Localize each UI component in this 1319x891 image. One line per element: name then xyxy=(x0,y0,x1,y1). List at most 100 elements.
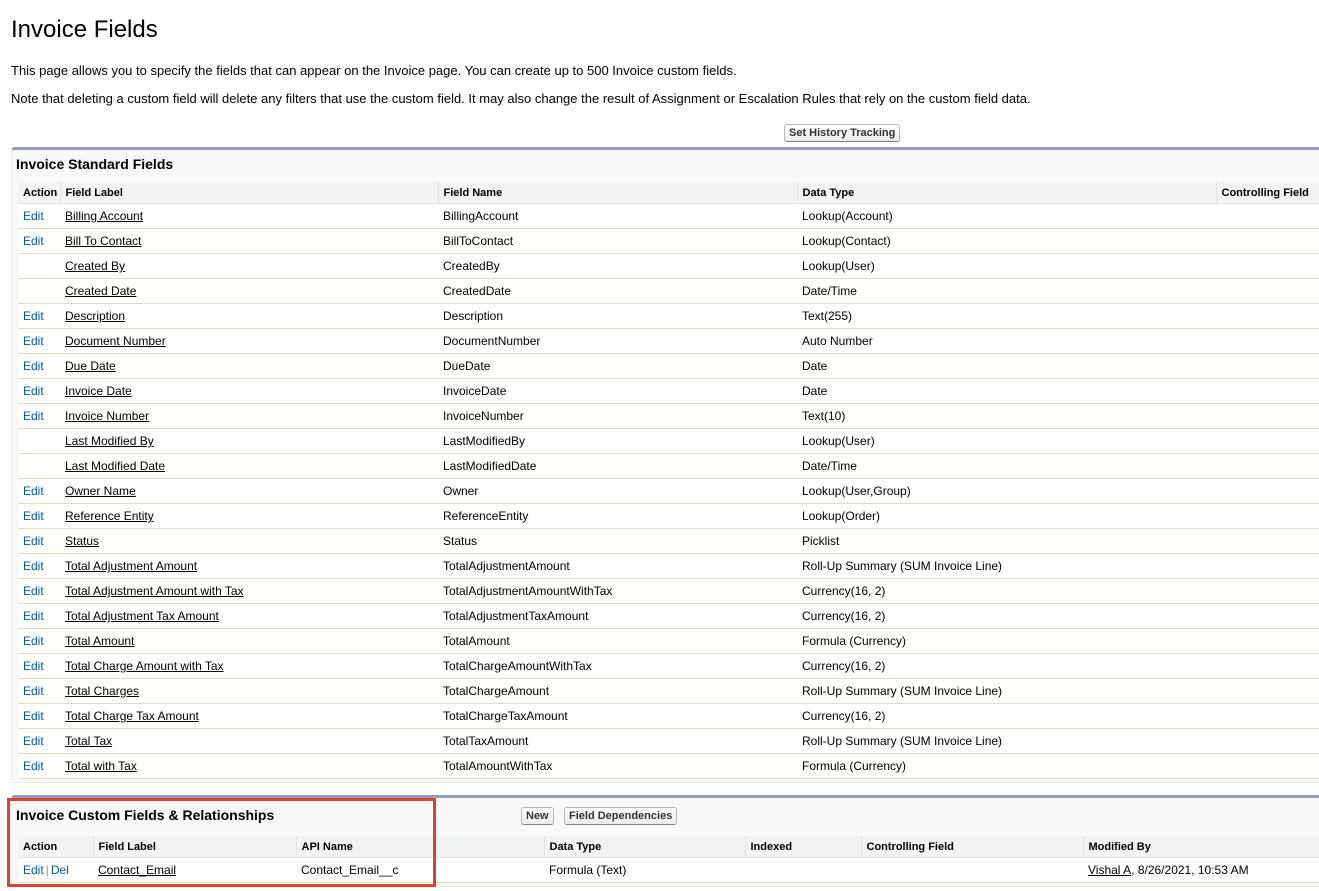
edit-link[interactable]: Edit xyxy=(23,484,44,498)
field-label-link[interactable]: Total Adjustment Amount xyxy=(65,559,197,573)
field-label-cell: Billing Account xyxy=(60,203,438,229)
edit-link[interactable]: Edit xyxy=(23,659,44,673)
field-label-link[interactable]: Created By xyxy=(65,259,125,273)
controlling-field-cell xyxy=(1216,678,1319,704)
controlling-field-cell xyxy=(1216,603,1319,629)
data-type-cell: Auto Number xyxy=(797,328,1216,354)
field-label-link[interactable]: Total Charges xyxy=(65,684,139,698)
field-label-link[interactable]: Contact_Email xyxy=(98,863,176,877)
data-type-cell: Lookup(User,Group) xyxy=(797,478,1216,504)
column-header-modified-by: Modified By xyxy=(1082,836,1319,858)
edit-link[interactable]: Edit xyxy=(23,684,44,698)
data-type-cell: Formula (Currency) xyxy=(797,628,1216,654)
controlling-field-cell xyxy=(1216,228,1319,254)
field-label-link[interactable]: Last Modified By xyxy=(65,434,154,448)
field-label-link[interactable]: Description xyxy=(65,309,125,323)
field-label-link[interactable]: Document Number xyxy=(65,334,166,348)
field-label-link[interactable]: Invoice Number xyxy=(65,409,149,423)
edit-link[interactable]: Edit xyxy=(23,334,44,348)
edit-link[interactable]: Edit xyxy=(23,759,44,773)
action-cell: Edit xyxy=(18,328,60,354)
action-cell: Edit xyxy=(18,528,60,554)
modified-by-cell: Vishal A, 8/26/2021, 10:53 AM xyxy=(1083,857,1319,883)
field-name-cell: LastModifiedDate xyxy=(438,453,797,479)
field-label-link[interactable]: Total Adjustment Tax Amount xyxy=(65,609,219,623)
standard-fields-header-row: Action Field Label Field Name Data Type … xyxy=(18,182,1319,204)
edit-link[interactable]: Edit xyxy=(23,734,44,748)
field-label-cell: Due Date xyxy=(60,353,438,379)
field-label-link[interactable]: Created Date xyxy=(65,284,136,298)
table-row: Created By CreatedBy Lookup(User) xyxy=(18,253,1319,279)
field-label-link[interactable]: Total Adjustment Amount with Tax xyxy=(65,584,244,598)
field-label-link[interactable]: Billing Account xyxy=(65,209,143,223)
field-name-cell: InvoiceDate xyxy=(438,378,797,404)
action-cell: Edit xyxy=(18,403,60,429)
table-row: Edit Billing Account BillingAccount Lookup(… xyxy=(18,203,1319,229)
edit-link[interactable]: Edit xyxy=(23,234,44,248)
edit-link[interactable]: Edit xyxy=(23,534,44,548)
field-label-cell: Reference Entity xyxy=(60,503,438,529)
set-history-tracking-button[interactable]: Set History Tracking xyxy=(784,124,901,142)
edit-link[interactable]: Edit xyxy=(23,863,44,877)
action-cell: Edit xyxy=(18,728,60,754)
field-label-link[interactable]: Bill To Contact xyxy=(65,234,141,248)
action-cell: Edit xyxy=(18,653,60,679)
edit-link[interactable]: Edit xyxy=(23,384,44,398)
field-dependencies-button[interactable]: Field Dependencies xyxy=(564,807,678,825)
field-label-cell: Total Adjustment Amount xyxy=(60,553,438,579)
action-cell: Edit xyxy=(18,553,60,579)
new-field-button[interactable]: New xyxy=(521,807,554,825)
field-label-link[interactable]: Total Charge Tax Amount xyxy=(65,709,199,723)
data-type-cell: Text(255) xyxy=(797,303,1216,329)
action-cell: Edit xyxy=(18,678,60,704)
edit-link[interactable]: Edit xyxy=(23,359,44,373)
field-name-cell: TotalAdjustmentAmount xyxy=(438,553,797,579)
field-label-link[interactable]: Invoice Date xyxy=(65,384,132,398)
table-row: Edit Total Amount TotalAmount Formula (Curr… xyxy=(18,628,1319,654)
page-description: This page allows you to specify the fiel… xyxy=(11,63,737,78)
field-label-link[interactable]: Reference Entity xyxy=(65,509,154,523)
field-label-cell: Total Adjustment Tax Amount xyxy=(60,603,438,629)
controlling-field-cell xyxy=(1216,278,1319,304)
field-label-cell: Bill To Contact xyxy=(60,228,438,254)
data-type-cell: Lookup(User) xyxy=(797,253,1216,279)
custom-fields-table: Action Field Label API Name Data Type In… xyxy=(18,836,1319,883)
field-label-link[interactable]: Last Modified Date xyxy=(65,459,165,473)
field-label-cell: Total Charges xyxy=(60,678,438,704)
action-cell xyxy=(18,453,60,479)
field-name-cell: BillToContact xyxy=(438,228,797,254)
field-name-cell: TotalChargeTaxAmount xyxy=(438,703,797,729)
field-label-link[interactable]: Total Tax xyxy=(65,734,112,748)
indexed-cell xyxy=(745,857,861,883)
edit-link[interactable]: Edit xyxy=(23,209,44,223)
edit-link[interactable]: Edit xyxy=(23,634,44,648)
delete-link[interactable]: Del xyxy=(51,863,69,877)
edit-link[interactable]: Edit xyxy=(23,409,44,423)
table-row: Edit Invoice Number InvoiceNumber Text(10) xyxy=(18,403,1319,429)
table-row: Edit Total Tax TotalTaxAmount Roll-Up Summa… xyxy=(18,728,1319,754)
table-row: Edit Due Date DueDate Date xyxy=(18,353,1319,379)
edit-link[interactable]: Edit xyxy=(23,309,44,323)
edit-link[interactable]: Edit xyxy=(23,609,44,623)
edit-link[interactable]: Edit xyxy=(23,584,44,598)
field-label-link[interactable]: Total Charge Amount with Tax xyxy=(65,659,224,673)
field-label-cell: Created By xyxy=(60,253,438,279)
table-row: Edit | Del Contact_Email Contact_Email__c … xyxy=(18,857,1319,883)
edit-link[interactable]: Edit xyxy=(23,559,44,573)
field-label-link[interactable]: Total with Tax xyxy=(65,759,137,773)
api-name-cell: Contact_Email__c xyxy=(296,857,544,883)
field-name-cell: DocumentNumber xyxy=(438,328,797,354)
modified-by-user-link[interactable]: Vishal A xyxy=(1088,863,1131,877)
field-label-link[interactable]: Due Date xyxy=(65,359,116,373)
data-type-cell: Date xyxy=(797,353,1216,379)
data-type-cell: Date/Time xyxy=(797,278,1216,304)
field-label-link[interactable]: Total Amount xyxy=(65,634,134,648)
field-label-cell: Total Charge Amount with Tax xyxy=(60,653,438,679)
edit-link[interactable]: Edit xyxy=(23,509,44,523)
edit-link[interactable]: Edit xyxy=(23,709,44,723)
column-header-data-type: Data Type xyxy=(796,182,1216,204)
controlling-field-cell xyxy=(1216,753,1319,779)
field-label-link[interactable]: Status xyxy=(65,534,99,548)
field-label-link[interactable]: Owner Name xyxy=(65,484,136,498)
field-label-cell: Last Modified By xyxy=(60,428,438,454)
